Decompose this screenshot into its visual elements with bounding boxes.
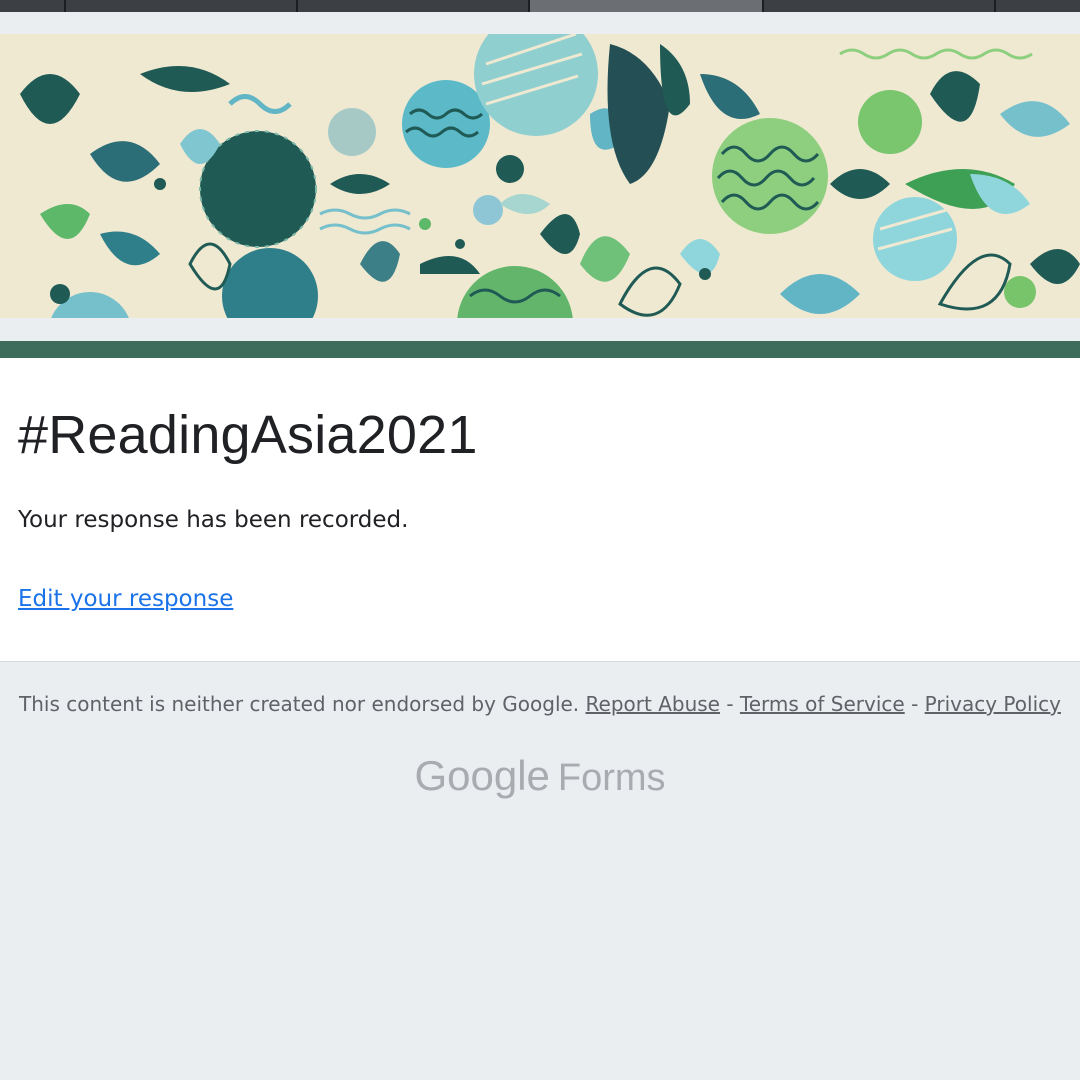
browser-tab-strip: [0, 0, 1080, 12]
browser-tab[interactable]: [0, 0, 64, 12]
browser-tab-active[interactable]: [530, 0, 762, 12]
form-accent-bar: [0, 341, 1080, 358]
footer-separator: -: [911, 692, 919, 716]
header-banner-image: [0, 34, 1080, 318]
forms-wordmark: Forms: [557, 757, 666, 799]
google-forms-logo[interactable]: Google Forms: [0, 752, 1080, 800]
decorative-pattern-banner: [0, 34, 1080, 318]
footer-disclaimer: This content is neither created nor endo…: [19, 692, 580, 716]
form-title: #ReadingAsia2021: [18, 405, 478, 465]
browser-tab[interactable]: [996, 0, 1080, 12]
terms-of-service-link[interactable]: Terms of Service: [740, 692, 905, 716]
browser-tab[interactable]: [298, 0, 528, 12]
browser-tab[interactable]: [66, 0, 296, 12]
footer-disclaimer-row: This content is neither created nor endo…: [0, 692, 1080, 716]
browser-tab[interactable]: [764, 0, 994, 12]
footer-separator: -: [726, 692, 734, 716]
confirmation-message: Your response has been recorded.: [18, 507, 409, 533]
privacy-policy-link[interactable]: Privacy Policy: [925, 692, 1061, 716]
report-abuse-link[interactable]: Report Abuse: [586, 692, 720, 716]
edit-response-link[interactable]: Edit your response: [18, 586, 233, 612]
google-wordmark: Google: [414, 752, 550, 799]
